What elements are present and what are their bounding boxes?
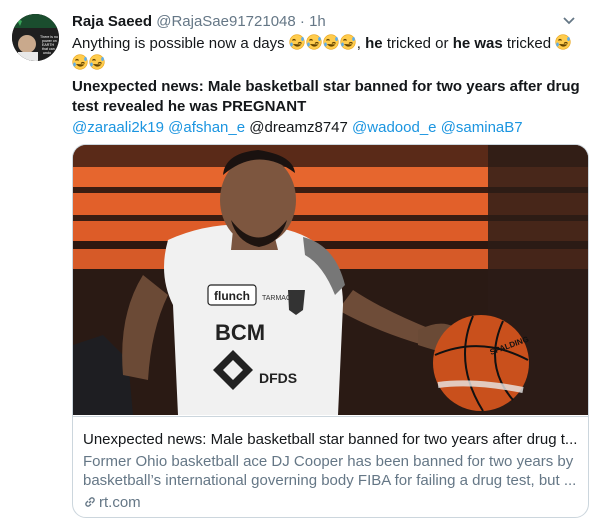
tweet-headline-line-2: test revealed he was PREGNANT xyxy=(72,98,307,115)
mentions: @zaraali2k19 @afshan_e @dreamz8747 @wado… xyxy=(72,118,523,138)
tweet-text-bold-he-was: he was xyxy=(452,35,503,52)
tweet-text-tricked-or: tricked or xyxy=(382,35,453,52)
rofl-emoji-icon xyxy=(339,34,356,50)
mention-link[interactable]: @zaraali2k19 xyxy=(72,119,164,136)
timestamp[interactable]: 1h xyxy=(309,13,326,30)
mention-link[interactable]: @saminaB7 xyxy=(441,119,523,136)
jersey-brand: flunch xyxy=(214,289,250,303)
tweet-header: Raja Saeed @RajaSae91721048 · 1h xyxy=(72,13,326,30)
card-description-line-2: basketball’s international governing bod… xyxy=(83,472,577,489)
link-preview-card[interactable]: flunch TARMAC BCM DFDS SPALDING Unexpect… xyxy=(72,144,589,518)
card-domain-text: rt.com xyxy=(99,494,141,511)
jersey-sponsor-text: DFDS xyxy=(259,370,297,386)
chevron-down-icon[interactable] xyxy=(562,16,576,26)
tweet-text-line-1: Anything is possible now a days , he tri… xyxy=(72,34,572,54)
tweet-headline-line-1: Unexpected news: Male basketball star ba… xyxy=(72,78,580,95)
card-body[interactable]: Unexpected news: Male basketball star ba… xyxy=(73,416,588,517)
avatar[interactable]: There is no power on EARTH that can undo xyxy=(12,14,59,61)
tweet-text-bold-he: he xyxy=(365,35,383,52)
author-handle[interactable]: @RajaSae91721048 xyxy=(156,13,296,30)
avatar-image: There is no power on EARTH that can undo xyxy=(12,14,59,61)
rofl-emoji-icon xyxy=(305,34,322,50)
rofl-emoji-icon xyxy=(322,34,339,50)
tweet-text-tricked: tricked xyxy=(502,35,556,52)
rofl-emoji-icon xyxy=(89,54,105,70)
mention-link[interactable]: @afshan_e xyxy=(168,119,245,136)
jersey-team-text: BCM xyxy=(215,320,265,345)
jersey-small-text: TARMAC xyxy=(262,295,291,302)
rofl-emoji-icon xyxy=(72,54,88,70)
card-image[interactable]: flunch TARMAC BCM DFDS SPALDING xyxy=(73,145,588,415)
card-domain[interactable]: rt.com xyxy=(83,494,141,511)
mention-link[interactable]: @dreamz8747 xyxy=(249,119,348,136)
card-description-line-1: Former Ohio basketball ace DJ Cooper has… xyxy=(83,453,574,470)
tweet-text: Anything is possible now a days xyxy=(72,35,289,52)
mention-link[interactable]: @wadood_e xyxy=(352,119,436,136)
author-name[interactable]: Raja Saeed xyxy=(72,13,152,30)
tweet-text-line-2 xyxy=(72,54,106,74)
separator-dot: · xyxy=(299,13,305,30)
rofl-emoji-icon xyxy=(555,34,572,50)
avatar-text-5: undo xyxy=(43,51,51,55)
rofl-emoji-icon xyxy=(288,34,305,50)
link-icon xyxy=(85,497,95,507)
card-title[interactable]: Unexpected news: Male basketball star ba… xyxy=(83,431,578,448)
